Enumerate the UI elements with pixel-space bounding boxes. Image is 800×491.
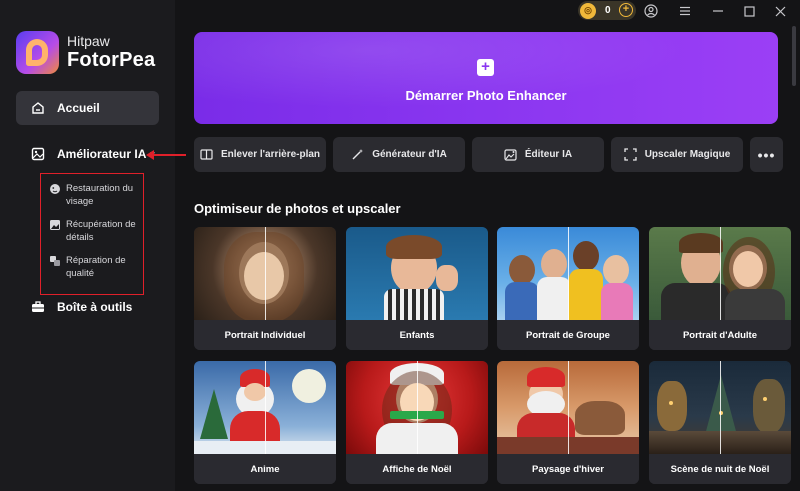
app-logo: Hitpaw FotorPea — [16, 31, 155, 74]
card-image — [649, 227, 791, 320]
card-label: Portrait Individuel — [194, 320, 336, 350]
card-individual-portrait[interactable]: Portrait Individuel — [194, 227, 336, 350]
card-group-portrait[interactable]: Portrait de Groupe — [497, 227, 639, 350]
toolbox-icon — [32, 301, 44, 312]
brand-name: Hitpaw — [67, 32, 110, 49]
card-label: Anime — [194, 454, 336, 484]
tool-label: Enlever l'arrière-plan — [220, 149, 321, 160]
scrollbar[interactable] — [792, 26, 796, 86]
annotation-arrow-head — [146, 150, 154, 160]
card-anime[interactable]: Anime — [194, 361, 336, 484]
sidebar-item-home[interactable]: Accueil — [16, 91, 159, 125]
card-children[interactable]: Enfants — [346, 227, 488, 350]
submenu-label-line1: Réparation de — [66, 255, 126, 266]
ai-editor-icon — [504, 149, 517, 161]
card-image — [346, 227, 488, 320]
card-christmas-poster[interactable]: Affiche de Noël — [346, 361, 488, 484]
enhancer-submenu: Restauration du visage Récupération de dét… — [40, 173, 144, 295]
coin-balance[interactable]: ◎ 0 + — [578, 1, 636, 20]
submenu-item-face-restore[interactable]: Restauration du visage — [49, 182, 133, 208]
more-icon: ••• — [757, 146, 776, 163]
submenu-item-quality-repair[interactable]: Réparation de qualité — [49, 254, 126, 280]
card-label: Enfants — [346, 320, 488, 350]
submenu-label-line2: détails — [66, 232, 94, 243]
sidebar-item-ai-enhancer[interactable]: Améliorateur IA ▼ — [31, 143, 161, 165]
submenu-label-line2: visage — [66, 196, 94, 207]
repair-icon — [50, 256, 60, 266]
card-image — [194, 361, 336, 454]
annotation-arrow — [152, 154, 186, 156]
face-restore-icon — [50, 184, 60, 194]
ai-generator-button[interactable]: Générateur d'IA — [333, 137, 465, 172]
card-winter-landscape[interactable]: Paysage d'hiver — [497, 361, 639, 484]
home-icon — [32, 102, 44, 114]
magic-upscaler-button[interactable]: Upscaler Magique — [611, 137, 743, 172]
expand-icon — [624, 148, 637, 161]
minimize-icon[interactable] — [710, 3, 726, 19]
card-label: Scène de nuit de Noël — [649, 454, 791, 484]
coin-count: 0 — [605, 5, 611, 16]
card-image — [346, 361, 488, 454]
sidebar-item-toolbox[interactable]: Boîte à outils — [31, 300, 132, 314]
coin-icon: ◎ — [580, 2, 596, 19]
product-name: FotorPea — [67, 49, 156, 72]
account-icon[interactable] — [643, 3, 659, 19]
title-bar: ◎ 0 + — [175, 0, 800, 22]
sidebar-item-label: Boîte à outils — [57, 300, 133, 314]
tool-label: Upscaler Magique — [644, 149, 731, 160]
start-photo-enhancer-button[interactable]: + Démarrer Photo Enhancer — [194, 32, 778, 124]
card-image — [649, 361, 791, 454]
sidebar-item-label: Améliorateur IA — [57, 147, 147, 161]
hero-label: Démarrer Photo Enhancer — [405, 88, 567, 103]
card-image — [497, 227, 639, 320]
card-label: Affiche de Noël — [346, 454, 488, 484]
remove-background-button[interactable]: Enlever l'arrière-plan — [194, 137, 326, 172]
card-image — [194, 227, 336, 320]
menu-icon[interactable] — [677, 3, 693, 19]
submenu-label-line1: Restauration du — [66, 183, 134, 194]
card-label: Portrait de Groupe — [497, 320, 639, 350]
tool-label: Éditeur IA — [524, 149, 573, 160]
sidebar: Hitpaw FotorPea Accueil Améliorateur IA … — [0, 0, 186, 491]
magic-wand-icon — [352, 149, 364, 160]
submenu-label-line1: Récupération de — [66, 219, 136, 230]
card-christmas-night-scene[interactable]: Scène de nuit de Noël — [649, 361, 791, 484]
card-label: Portrait d'Adulte — [649, 320, 791, 350]
sidebar-item-label: Accueil — [57, 101, 100, 115]
close-icon[interactable] — [772, 3, 788, 19]
image-enhance-icon — [31, 147, 45, 161]
app-window: Hitpaw FotorPea Accueil Améliorateur IA … — [0, 0, 800, 491]
background-remove-icon — [200, 149, 213, 160]
card-image — [497, 361, 639, 454]
add-coins-icon[interactable]: + — [619, 3, 633, 17]
submenu-label-line2: qualité — [66, 268, 94, 279]
image-detail-icon — [50, 220, 60, 230]
maximize-icon[interactable] — [741, 3, 757, 19]
more-tools-button[interactable]: ••• — [750, 137, 783, 172]
tool-label: Générateur d'IA — [372, 149, 447, 160]
submenu-item-detail-recovery[interactable]: Récupération de détails — [49, 218, 136, 244]
card-label: Paysage d'hiver — [497, 454, 639, 484]
card-adult-portrait[interactable]: Portrait d'Adulte — [649, 227, 791, 350]
ai-editor-button[interactable]: Éditeur IA — [472, 137, 604, 172]
section-title: Optimiseur de photos et upscaler — [194, 201, 401, 216]
fotorpea-logo-icon — [16, 31, 59, 74]
plus-icon: + — [477, 59, 494, 76]
